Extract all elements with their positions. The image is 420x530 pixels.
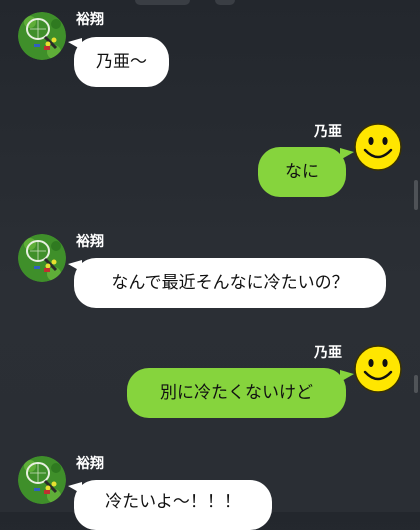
smiley-face-avatar-icon[interactable]	[354, 345, 402, 393]
scrollbar-thumb[interactable]	[414, 180, 418, 210]
sender-name: 乃亜	[314, 345, 342, 361]
previous-message-edge	[215, 0, 235, 5]
message-bubble[interactable]: 別に冷たくないけど	[127, 368, 346, 418]
tennis-racket-avatar-icon[interactable]	[18, 12, 66, 60]
previous-message-edge	[135, 0, 190, 5]
sender-name: 裕翔	[76, 234, 104, 250]
message-text: 冷たいよ〜！！！	[105, 492, 241, 512]
message-text: なに	[285, 162, 319, 182]
message-text: なんで最近そんなに冷たいの？	[111, 273, 349, 293]
message-bubble[interactable]: なに	[258, 147, 346, 197]
tennis-racket-avatar-icon[interactable]	[18, 234, 66, 282]
message-text: 別に冷たくないけど	[160, 383, 313, 403]
message-text: 乃亜〜	[96, 52, 147, 72]
sender-name: 裕翔	[76, 12, 104, 28]
sender-name: 乃亜	[314, 124, 342, 140]
message-bubble[interactable]: なんで最近そんなに冷たいの？	[74, 258, 386, 308]
tennis-racket-avatar-icon[interactable]	[18, 456, 66, 504]
scrollbar-thumb[interactable]	[414, 375, 418, 393]
message-bubble[interactable]: 乃亜〜	[74, 37, 169, 87]
scrollbar[interactable]	[414, 0, 418, 512]
sender-name: 裕翔	[76, 456, 104, 472]
message-bubble[interactable]: 冷たいよ〜！！！	[74, 480, 272, 530]
smiley-face-avatar-icon[interactable]	[354, 123, 402, 171]
